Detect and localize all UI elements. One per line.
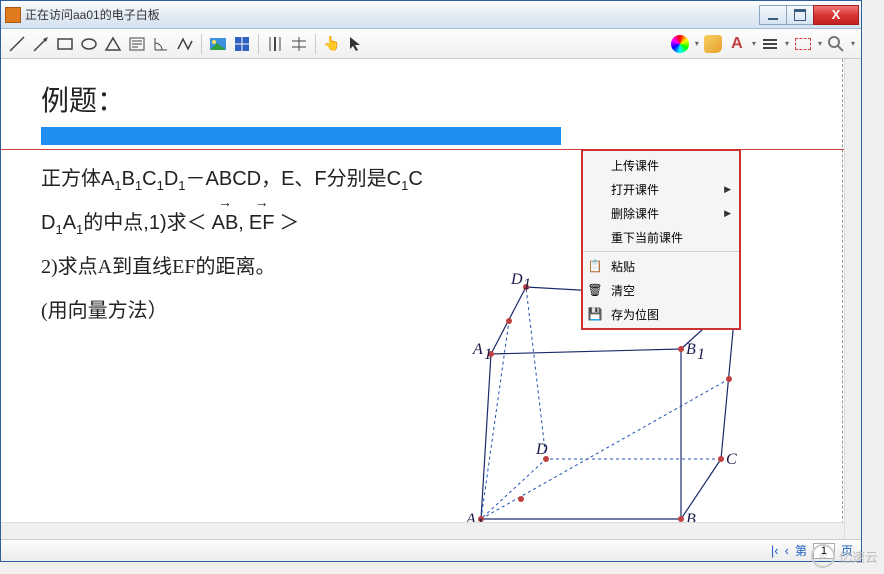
toolbar-separator — [201, 34, 202, 54]
grid-tool-icon[interactable] — [232, 34, 252, 54]
rect-tool-icon[interactable] — [55, 34, 75, 54]
svg-text:D: D — [535, 441, 548, 458]
dropdown-icon[interactable]: ▾ — [851, 39, 855, 48]
window-title: 正在访问aa01的电子白板 — [25, 6, 760, 23]
menu-upload-courseware[interactable]: 上传课件 — [583, 153, 739, 177]
toolbar-separator — [258, 34, 259, 54]
dropdown-icon[interactable]: ▾ — [695, 39, 699, 48]
prev-page-button[interactable]: ‹ — [785, 543, 789, 558]
vertical-scrollbar[interactable] — [844, 59, 861, 539]
angle-tool-icon[interactable] — [151, 34, 171, 54]
blue-highlight-bar — [41, 127, 561, 145]
text-style-icon[interactable]: A — [727, 34, 747, 54]
paste-icon: 📋 — [587, 258, 603, 274]
hand-tool-icon[interactable]: 👆 — [322, 34, 342, 54]
dropdown-icon[interactable]: ▾ — [752, 39, 756, 48]
close-button[interactable]: X — [813, 5, 859, 25]
svg-text:A: A — [472, 341, 483, 358]
horizontal-scrollbar[interactable] — [1, 522, 844, 539]
arrow-tool-icon[interactable] — [31, 34, 51, 54]
menu-delete-courseware[interactable]: 删除课件▶ — [583, 201, 739, 225]
triangle-tool-icon[interactable] — [103, 34, 123, 54]
svg-text:B: B — [686, 341, 696, 358]
toolbar: 👆 ▾ A ▾ ▾ ▾ ▾ — [1, 29, 861, 59]
statusbar: |‹ ‹ 第 页 — [1, 539, 861, 561]
menu-open-courseware[interactable]: 打开课件▶ — [583, 177, 739, 201]
selection-rect-icon[interactable] — [793, 34, 813, 54]
first-page-button[interactable]: |‹ — [771, 543, 779, 558]
clear-icon: 🗑 — [587, 282, 603, 298]
svg-text:C: C — [726, 451, 737, 468]
app-window: 正在访问aa01的电子白板 X 👆 ▾ A ▾ ▾ ▾ ▾ — [0, 0, 862, 562]
page-label: 第 — [795, 542, 807, 559]
watermark-icon: ∞ — [811, 544, 835, 568]
menu-redownload-courseware[interactable]: 重下当前课件 — [583, 225, 739, 249]
save-icon: 💾 — [587, 306, 603, 322]
app-icon — [5, 7, 21, 23]
color-wheel-icon[interactable] — [670, 34, 690, 54]
image-tool-icon[interactable] — [208, 34, 228, 54]
minimize-button[interactable] — [759, 5, 787, 25]
canvas[interactable]: 例题： 正方体A1B1C1D1－ABCD，E、F分别是C1C D1A1的中点,1… — [1, 59, 861, 539]
submenu-arrow-icon: ▶ — [724, 184, 731, 195]
align-horizontal-icon[interactable] — [265, 34, 285, 54]
watermark: ∞ 亿速云 — [811, 544, 878, 568]
line-tool-icon[interactable] — [7, 34, 27, 54]
dropdown-icon[interactable]: ▾ — [818, 39, 822, 48]
svg-text:1: 1 — [697, 346, 705, 363]
ellipse-tool-icon[interactable] — [79, 34, 99, 54]
maximize-button[interactable] — [786, 5, 814, 25]
dropdown-icon[interactable]: ▾ — [785, 39, 789, 48]
titlebar: 正在访问aa01的电子白板 X — [1, 1, 861, 29]
textbox-tool-icon[interactable] — [127, 34, 147, 54]
svg-text:1: 1 — [523, 276, 531, 293]
pointer-tool-icon[interactable] — [346, 34, 366, 54]
paint-bucket-icon[interactable] — [703, 34, 723, 54]
polyline-tool-icon[interactable] — [175, 34, 195, 54]
heading: 例题： — [41, 79, 821, 119]
zoom-icon[interactable] — [826, 34, 846, 54]
menu-paste[interactable]: 📋粘贴 — [583, 254, 739, 278]
submenu-arrow-icon: ▶ — [724, 208, 731, 219]
svg-text:D: D — [510, 271, 523, 288]
context-menu: 上传课件 打开课件▶ 删除课件▶ 重下当前课件 📋粘贴 🗑清空 💾存为位图 — [581, 149, 741, 330]
toolbar-separator — [315, 34, 316, 54]
window-controls: X — [760, 5, 859, 25]
menu-clear[interactable]: 🗑清空 — [583, 278, 739, 302]
line-style-icon[interactable] — [760, 34, 780, 54]
svg-text:1: 1 — [484, 346, 492, 363]
vertical-guide — [842, 59, 843, 539]
align-vertical-icon[interactable] — [289, 34, 309, 54]
menu-save-bitmap[interactable]: 💾存为位图 — [583, 302, 739, 326]
